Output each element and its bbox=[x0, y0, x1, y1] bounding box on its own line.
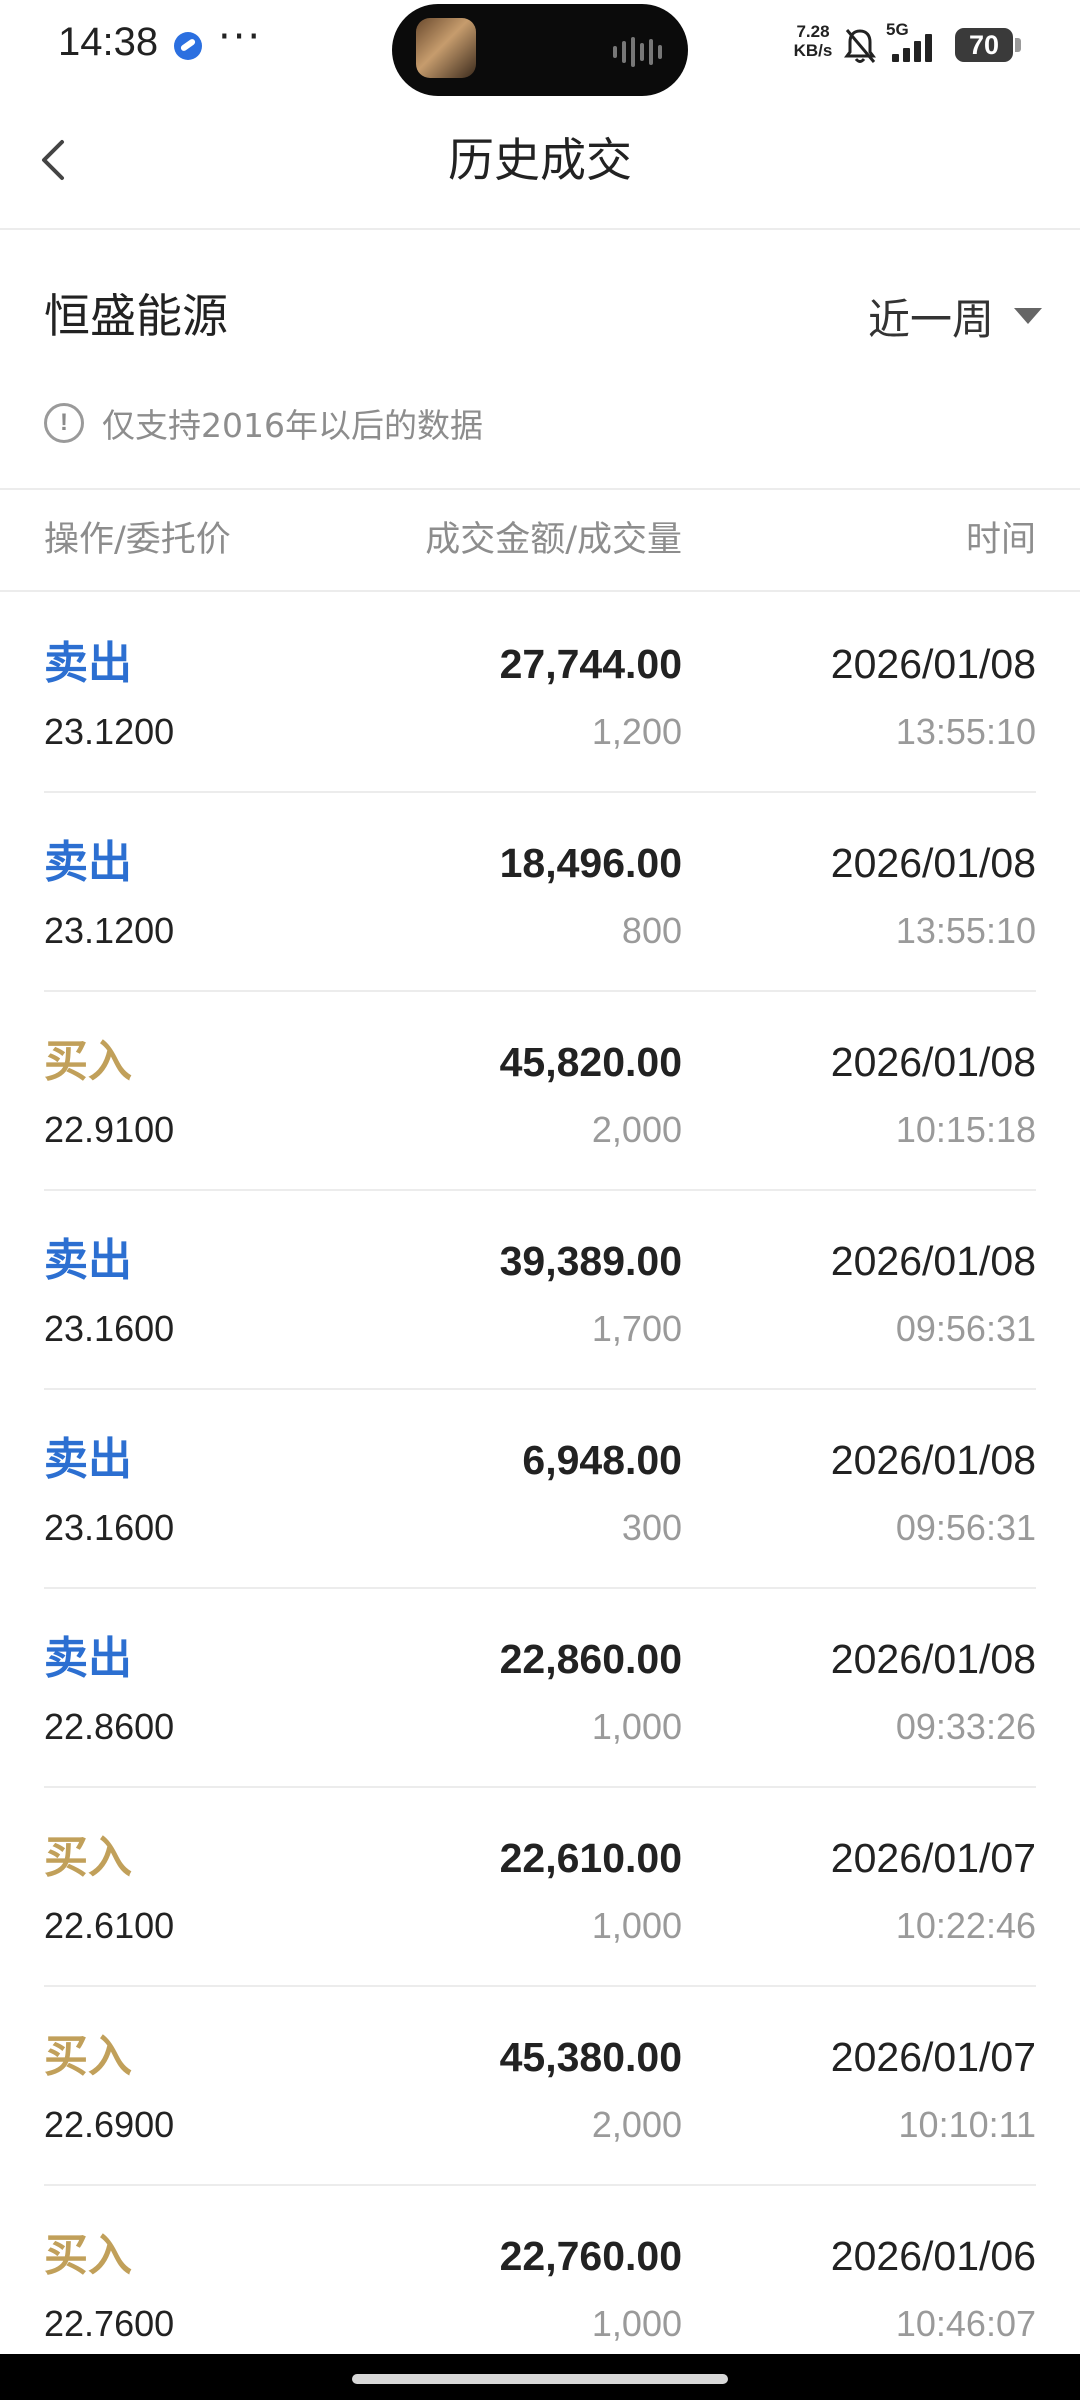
trade-volume: 1,000 bbox=[591, 1905, 682, 1946]
period-label: 近一周 bbox=[867, 294, 994, 344]
audio-wave-icon bbox=[613, 36, 662, 68]
battery-tip bbox=[1015, 38, 1021, 52]
home-indicator[interactable] bbox=[352, 2374, 728, 2384]
trade-amount: 22,860.00 bbox=[499, 1636, 682, 1682]
network-speed: 7.28 KB/s bbox=[790, 22, 836, 60]
trade-time: 10:22:46 bbox=[895, 1905, 1036, 1946]
trade-date: 2026/01/08 bbox=[830, 1238, 1036, 1284]
signal-icon: 5G bbox=[886, 20, 946, 66]
trade-amount: 6,948.00 bbox=[522, 1437, 682, 1483]
trade-volume: 1,700 bbox=[591, 1308, 682, 1349]
trade-action: 买入 bbox=[44, 1036, 132, 1087]
trade-price: 23.1200 bbox=[44, 711, 175, 752]
caret-down-icon bbox=[1014, 308, 1042, 324]
stock-name: 恒盛能源 bbox=[44, 289, 228, 343]
trade-date: 2026/01/08 bbox=[830, 1636, 1036, 1682]
period-selector[interactable]: 近一周 bbox=[868, 284, 1042, 348]
trade-action: 买入 bbox=[44, 1832, 132, 1883]
trade-price: 23.1600 bbox=[44, 1308, 175, 1349]
trade-row[interactable]: 卖出 23.1200 18,496.00 800 2026/01/08 13:5… bbox=[44, 793, 1036, 992]
trade-amount: 45,820.00 bbox=[499, 1039, 682, 1085]
more-notifications-icon: ··· bbox=[218, 14, 263, 60]
trade-amount: 45,380.00 bbox=[499, 2034, 682, 2080]
trade-date: 2026/01/07 bbox=[830, 2034, 1036, 2080]
trade-action: 买入 bbox=[44, 2031, 132, 2082]
trade-volume: 1,000 bbox=[591, 1706, 682, 1747]
trade-date: 2026/01/06 bbox=[830, 2233, 1036, 2279]
trade-time: 09:56:31 bbox=[895, 1507, 1036, 1548]
trade-time: 13:55:10 bbox=[895, 711, 1036, 752]
trade-action: 卖出 bbox=[44, 837, 132, 888]
trade-price: 23.1600 bbox=[44, 1507, 175, 1548]
column-header-operation: 操作/委托价 bbox=[44, 520, 231, 560]
trade-action: 卖出 bbox=[44, 1633, 132, 1684]
network-speed-unit: KB/s bbox=[793, 41, 833, 60]
trade-price: 22.9100 bbox=[44, 1109, 175, 1150]
status-time: 14:38 bbox=[58, 20, 159, 64]
column-header-time: 时间 bbox=[965, 520, 1036, 560]
trade-price: 23.1200 bbox=[44, 910, 175, 951]
trade-row[interactable]: 买入 22.6900 45,380.00 2,000 2026/01/07 10… bbox=[44, 1987, 1036, 2186]
trade-price: 22.7600 bbox=[44, 2303, 175, 2344]
trade-row[interactable]: 买入 22.9100 45,820.00 2,000 2026/01/08 10… bbox=[44, 992, 1036, 1191]
trade-time: 10:46:07 bbox=[895, 2303, 1036, 2344]
trade-row[interactable]: 买入 22.6100 22,610.00 1,000 2026/01/07 10… bbox=[44, 1788, 1036, 1987]
trade-date: 2026/01/08 bbox=[830, 1039, 1036, 1085]
info-icon: ! bbox=[44, 403, 84, 443]
status-bar: 14:38 ··· 7.28 KB/s 5G 70 bbox=[0, 0, 1080, 96]
dynamic-island[interactable] bbox=[392, 4, 688, 96]
trade-volume: 800 bbox=[621, 910, 682, 951]
trade-volume: 300 bbox=[621, 1507, 682, 1548]
trade-volume: 1,200 bbox=[591, 711, 682, 752]
trade-action: 卖出 bbox=[44, 1434, 132, 1485]
trade-time: 10:10:11 bbox=[898, 2104, 1036, 2145]
trade-price: 22.8600 bbox=[44, 1706, 175, 1747]
page-title: 历史成交 bbox=[448, 133, 632, 187]
trade-row[interactable]: 卖出 22.8600 22,860.00 1,000 2026/01/08 09… bbox=[44, 1589, 1036, 1788]
trade-amount: 22,610.00 bbox=[499, 1835, 682, 1881]
notice-text: 仅支持2016年以后的数据 bbox=[102, 406, 483, 445]
trade-amount: 27,744.00 bbox=[499, 641, 682, 687]
trade-action: 卖出 bbox=[44, 638, 132, 689]
trade-row[interactable]: 卖出 23.1200 27,744.00 1,200 2026/01/08 13… bbox=[44, 594, 1036, 793]
battery-icon: 70 bbox=[955, 28, 1013, 62]
network-speed-value: 7.28 bbox=[796, 22, 830, 41]
app-notification-icon bbox=[174, 32, 202, 60]
trade-time: 09:56:31 bbox=[895, 1308, 1036, 1349]
trade-volume: 1,000 bbox=[591, 2303, 682, 2344]
trade-time: 10:15:18 bbox=[895, 1109, 1036, 1150]
trade-row[interactable]: 卖出 23.1600 39,389.00 1,700 2026/01/08 09… bbox=[44, 1191, 1036, 1390]
trade-amount: 22,760.00 bbox=[499, 2233, 682, 2279]
navigation-gesture-area bbox=[0, 2354, 1080, 2400]
trade-date: 2026/01/08 bbox=[830, 641, 1036, 687]
trade-date: 2026/01/08 bbox=[830, 1437, 1036, 1483]
bell-muted-icon bbox=[844, 29, 876, 63]
trade-time: 09:33:26 bbox=[895, 1706, 1036, 1747]
table-header: 操作/委托价 成交金额/成交量 时间 bbox=[0, 488, 1080, 592]
column-header-amount: 成交金额/成交量 bbox=[425, 520, 682, 560]
trade-volume: 2,000 bbox=[591, 1109, 682, 1150]
trade-action: 卖出 bbox=[44, 1235, 132, 1286]
trade-row[interactable]: 卖出 23.1600 6,948.00 300 2026/01/08 09:56… bbox=[44, 1390, 1036, 1589]
trade-date: 2026/01/08 bbox=[830, 840, 1036, 886]
trade-amount: 39,389.00 bbox=[499, 1238, 682, 1284]
trade-list[interactable]: 卖出 23.1200 27,744.00 1,200 2026/01/08 13… bbox=[0, 594, 1080, 2385]
data-range-notice: ! 仅支持2016年以后的数据 bbox=[44, 398, 483, 448]
trade-amount: 18,496.00 bbox=[499, 840, 682, 886]
trade-price: 22.6100 bbox=[44, 1905, 175, 1946]
trade-volume: 2,000 bbox=[591, 2104, 682, 2145]
back-button[interactable] bbox=[24, 130, 84, 190]
music-cover-icon bbox=[416, 18, 476, 78]
nav-bar: 历史成交 bbox=[0, 92, 1080, 230]
trade-action: 买入 bbox=[44, 2230, 132, 2281]
trade-date: 2026/01/07 bbox=[830, 1835, 1036, 1881]
trade-price: 22.6900 bbox=[44, 2104, 175, 2145]
trade-time: 13:55:10 bbox=[895, 910, 1036, 951]
